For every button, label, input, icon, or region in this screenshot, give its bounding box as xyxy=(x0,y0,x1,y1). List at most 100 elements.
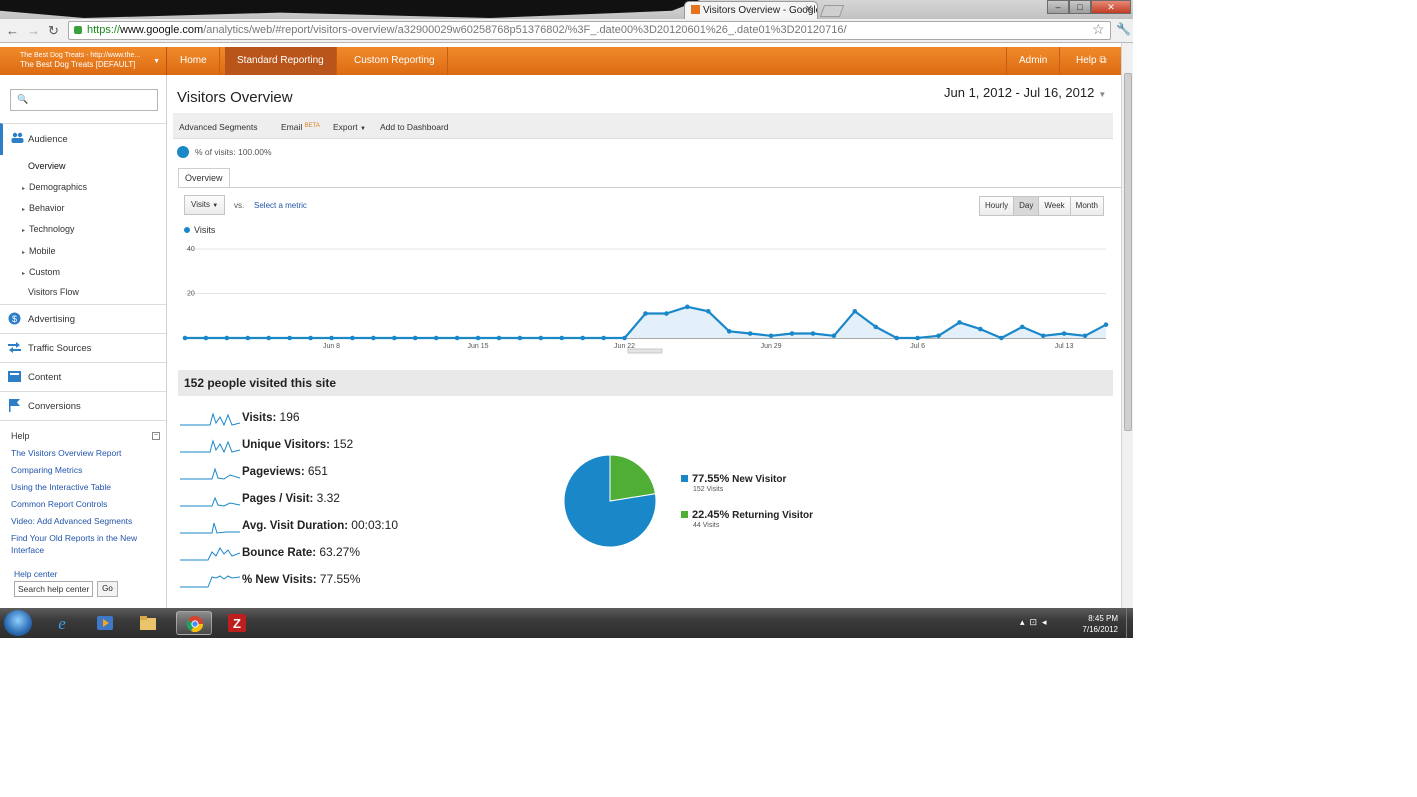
sidebar-subitem-overview[interactable]: Overview xyxy=(28,161,66,171)
go-button[interactable]: Go xyxy=(97,581,118,597)
back-arrow-icon[interactable]: ← xyxy=(6,23,19,38)
forward-arrow-icon[interactable]: → xyxy=(27,23,40,38)
sidebar-subitem-label: Custom xyxy=(29,267,61,277)
nav-admin[interactable]: Admin xyxy=(1006,47,1061,75)
week-button[interactable]: Week xyxy=(1039,197,1071,215)
export-button[interactable]: Export ▼ xyxy=(333,122,366,132)
start-button[interactable] xyxy=(4,610,32,636)
internet-explorer-icon[interactable]: e xyxy=(44,611,80,635)
help-search-input[interactable]: Search help center xyxy=(14,581,93,597)
metric-dropdown[interactable]: Visits ▼ xyxy=(184,195,226,215)
maximize-button[interactable]: □ xyxy=(1069,0,1091,14)
date-range-picker[interactable]: Jun 1, 2012 - Jul 16, 2012 ▼ xyxy=(944,85,1106,100)
collapse-icon[interactable]: − xyxy=(152,432,160,440)
beta-badge: BETA xyxy=(304,123,320,129)
metric-value: 196 xyxy=(279,410,300,424)
nav-standard-reporting[interactable]: Standard Reporting xyxy=(225,47,337,75)
sidebar-subitem-behavior[interactable]: ▸ Behavior xyxy=(22,203,65,213)
visits-point xyxy=(1040,333,1046,339)
chrome-icon[interactable] xyxy=(176,611,212,635)
browser-tab[interactable]: Visitors Overview - Google ✕ xyxy=(684,1,818,19)
metric-name: Pageviews: xyxy=(242,466,305,478)
sidebar-subitem-mobile[interactable]: ▸ Mobile xyxy=(22,246,56,256)
sidebar-item-audience[interactable]: Audience xyxy=(0,123,166,155)
minimize-button[interactable]: – xyxy=(1047,0,1069,14)
day-button[interactable]: Day xyxy=(1014,197,1040,215)
visits-point xyxy=(433,335,439,341)
sidebar-subitem-visitors-flow[interactable]: Visitors Flow xyxy=(28,287,79,297)
ie-glyph: e xyxy=(58,614,66,632)
visits-line-chart[interactable]: 4020Jun 8 Jun 15 Jun 22 Jun 29 Jul 6 Jul 13 xyxy=(168,235,1113,365)
close-tab-icon[interactable]: ✕ xyxy=(805,4,813,15)
new-tab-button[interactable] xyxy=(819,5,845,17)
filezilla-icon[interactable]: Z xyxy=(219,611,255,635)
scrollbar-thumb[interactable] xyxy=(1124,73,1132,431)
sidebar-subitem-technology[interactable]: ▸ Technology xyxy=(22,224,75,234)
visitor-type-pie[interactable] xyxy=(563,454,673,564)
visits-point xyxy=(1061,331,1067,336)
visits-point xyxy=(831,333,837,339)
help-link[interactable]: Find Your Old Reports in the New Interfa… xyxy=(11,532,161,556)
sidebar-item-conversions[interactable]: Conversions xyxy=(0,391,166,420)
nav-home[interactable]: Home xyxy=(168,47,220,75)
wrench-menu-icon[interactable]: 🔧 xyxy=(1116,22,1131,36)
file-explorer-icon[interactable] xyxy=(130,611,166,635)
sidebar-item-content[interactable]: Content xyxy=(0,362,166,391)
visits-point xyxy=(852,309,858,314)
bookmark-star-icon[interactable]: ☆ xyxy=(1092,21,1105,38)
system-tray[interactable]: ▴ ⊡ ◂ xyxy=(1020,617,1047,628)
window-controls: – □ ✕ xyxy=(1047,0,1131,14)
show-desktop-button[interactable] xyxy=(1126,608,1133,638)
month-button[interactable]: Month xyxy=(1070,197,1103,215)
report-search-input[interactable]: 🔍 xyxy=(10,89,158,111)
summary-header: 152 people visited this site xyxy=(178,370,1113,396)
report-sidebar: 🔍 Audience Overview ▸ Demographics ▸ Behav… xyxy=(0,75,167,608)
segment-text: % of visits: 100.00% xyxy=(195,147,272,157)
taskbar-clock[interactable]: 8:45 PM 7/16/2012 xyxy=(1074,613,1118,635)
help-link[interactable]: Comparing Metrics xyxy=(11,464,161,476)
sidebar-subitem-label: Behavior xyxy=(29,203,65,213)
expand-triangle-icon: ▸ xyxy=(22,186,26,192)
visits-point xyxy=(559,335,565,341)
nav-custom-reporting[interactable]: Custom Reporting xyxy=(342,47,448,75)
visits-point xyxy=(768,333,774,339)
hourly-button[interactable]: Hourly xyxy=(980,197,1015,215)
segment-indicator: % of visits: 100.00% xyxy=(177,146,272,158)
reload-icon[interactable]: ↻ xyxy=(48,23,59,39)
legend-dot xyxy=(184,227,190,233)
pie-slice-returning-visitor[interactable] xyxy=(609,454,656,502)
help-link[interactable]: Video: Add Advanced Segments xyxy=(11,515,161,527)
y-tick-label: 20 xyxy=(187,291,195,298)
pie-legend-count: 44 Visits xyxy=(693,522,720,529)
metric-value: 63.27% xyxy=(319,545,361,559)
sparkline xyxy=(180,575,240,588)
media-player-icon[interactable] xyxy=(87,611,123,635)
help-link[interactable]: Using the Interactive Table xyxy=(11,481,161,493)
address-bar[interactable]: https://www.google.com/analytics/web/#re… xyxy=(68,21,1111,40)
close-window-button[interactable]: ✕ xyxy=(1091,0,1131,14)
sidebar-item-traffic-sources[interactable]: Traffic Sources xyxy=(0,333,166,362)
sidebar-item-advertising[interactable]: $ Advertising xyxy=(0,304,166,333)
email-button[interactable]: Email BETA xyxy=(281,122,320,132)
add-to-dashboard-button[interactable]: Add to Dashboard xyxy=(380,122,449,132)
sidebar-subitem-label: Technology xyxy=(29,224,75,234)
help-link[interactable]: The Visitors Overview Report xyxy=(11,447,161,459)
chevron-down-icon: ▼ xyxy=(359,126,366,132)
svg-text:e: e xyxy=(58,614,66,632)
help-link[interactable]: Common Report Controls xyxy=(11,498,161,510)
url-scheme: https:// xyxy=(87,24,121,36)
vertical-scrollbar[interactable] xyxy=(1121,43,1133,608)
visits-point xyxy=(392,335,397,341)
clock-time: 8:45 PM xyxy=(1088,614,1118,623)
nav-help[interactable]: Help ⧉ xyxy=(1064,47,1119,75)
account-selector[interactable]: The Best Dog Treats - http://www.the... … xyxy=(0,47,167,75)
expand-triangle-icon: ▸ xyxy=(22,271,26,277)
sidebar-subitem-demographics[interactable]: ▸ Demographics xyxy=(22,182,87,192)
sidebar-subitem-custom[interactable]: ▸ Custom xyxy=(22,267,60,277)
tab-overview[interactable]: Overview xyxy=(178,168,230,188)
select-metric-link[interactable]: Select a metric xyxy=(254,201,307,210)
advanced-segments-button[interactable]: Advanced Segments xyxy=(179,122,257,132)
metric-label: Visits: 196 xyxy=(242,410,300,424)
help-center-link[interactable]: Help center xyxy=(14,569,57,579)
metric-value: 3.32 xyxy=(316,491,340,505)
